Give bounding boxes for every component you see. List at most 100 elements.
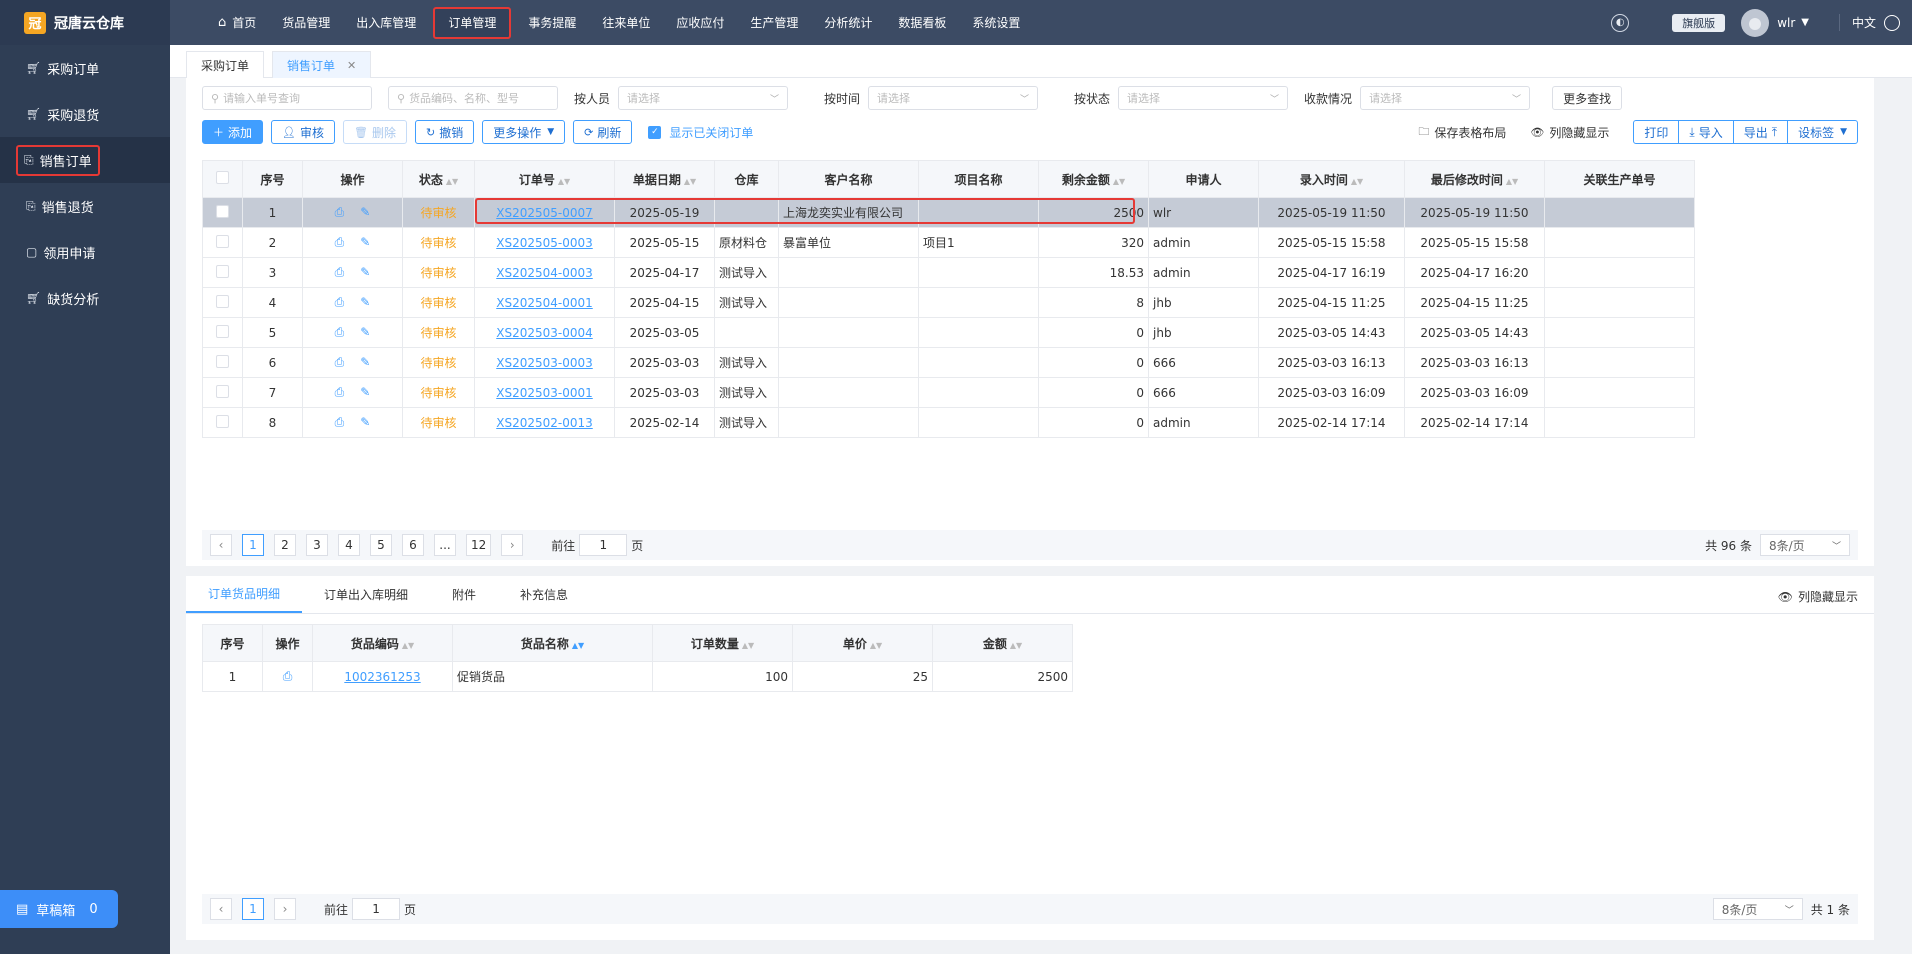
topnav-production[interactable]: 生产管理 <box>737 0 811 45</box>
page-2-button[interactable]: 2 <box>274 534 296 556</box>
next-page-button[interactable]: › <box>501 534 524 556</box>
table-row[interactable]: 1 ⎙ 1002361253 促销货品 100 25 2500 <box>202 661 1073 692</box>
page-1-button[interactable]: 1 <box>242 898 264 920</box>
edit-icon[interactable]: ✎ <box>360 235 370 249</box>
tab-extra-info[interactable]: 补充信息 <box>498 575 590 613</box>
sort-icon[interactable]: ▲▼ <box>1010 641 1022 650</box>
sort-icon[interactable]: ▲▼ <box>1351 177 1363 186</box>
col-header-sortable[interactable]: 单据日期 ▲▼ <box>614 160 715 198</box>
language-switch[interactable]: 中文 <box>1838 14 1884 31</box>
prev-page-button[interactable]: ‹ <box>210 534 232 556</box>
edit-icon[interactable]: ✎ <box>360 295 370 309</box>
topnav-dashboard[interactable]: 数据看板 <box>885 0 959 45</box>
person-select[interactable]: 请选择 ﹀ <box>618 86 789 110</box>
print-icon[interactable]: ⎙ <box>335 295 345 309</box>
page-size-select[interactable]: 8条/页 ﹀ <box>1760 534 1850 556</box>
time-select[interactable]: 请选择 ﹀ <box>868 86 1039 110</box>
page-4-button[interactable]: 4 <box>338 534 360 556</box>
table-row[interactable]: 6 ⎙ ✎ 待审核 XS202503-0003 2025-03-03 测试导入 0 666 202… <box>202 347 1695 378</box>
row-checkbox[interactable] <box>216 294 229 308</box>
table-row[interactable]: 8 ⎙ ✎ 待审核 XS202502-0013 2025-02-14 测试导入 0 admin 2… <box>202 407 1695 438</box>
topnav-analytics[interactable]: 分析统计 <box>811 0 885 45</box>
col-header-sortable[interactable]: 录入时间 ▲▼ <box>1258 160 1405 198</box>
more-ops-button[interactable]: 更多操作 ▼ <box>482 120 566 144</box>
tab-order-goods[interactable]: 订单货品明细 <box>186 575 303 613</box>
table-row[interactable]: 2 ⎙ ✎ 待审核 XS202505-0003 2025-05-15 原材料仓 暴富单位 项目1… <box>202 227 1695 258</box>
approve-button[interactable]: 👤︎ 审核 <box>271 120 335 144</box>
col-header-sortable[interactable]: 最后修改时间 ▲▼ <box>1404 160 1545 198</box>
sidebar-item-sales-return[interactable]: ⎘ 销售退货 <box>0 183 170 229</box>
sort-icon[interactable]: ▲▼ <box>1113 177 1125 186</box>
export-button[interactable]: 导出 ⤒ <box>1734 121 1789 143</box>
sidebar-item-shortage[interactable]: 🛒︎ 缺货分析 <box>0 275 170 321</box>
sort-icon[interactable]: ▲▼ <box>742 641 754 650</box>
topnav-home[interactable]: ⌂ 首页 <box>205 0 269 45</box>
topnav-partners[interactable]: 往来单位 <box>589 0 663 45</box>
order-no-link[interactable]: XS202503-0004 <box>496 326 593 340</box>
sort-icon[interactable]: ▲▼ <box>1506 177 1518 186</box>
edit-icon[interactable]: ✎ <box>360 325 370 339</box>
payment-select[interactable]: 请选择 ﹀ <box>1360 86 1531 110</box>
hide-columns-button[interactable]: 👁︎ 列隐藏显示 <box>1530 124 1609 141</box>
chevron-down-icon[interactable]: ▼ <box>1801 17 1809 28</box>
goto-page-input[interactable]: 1 <box>579 534 628 556</box>
sort-icon[interactable]: ▲▼ <box>684 177 696 186</box>
row-checkbox[interactable] <box>216 264 229 278</box>
row-checkbox[interactable] <box>216 324 229 338</box>
delete-button[interactable]: 🗑︎ 删除 <box>343 120 407 144</box>
print-icon[interactable]: ⎙ <box>283 669 293 683</box>
page-6-button[interactable]: 6 <box>402 534 424 556</box>
topnav-receivables[interactable]: 应收应付 <box>663 0 737 45</box>
next-page-button[interactable]: › <box>274 898 296 920</box>
avatar[interactable] <box>1741 8 1770 37</box>
sidebar-item-requisition[interactable]: ▢ 领用申请 <box>0 229 170 275</box>
show-closed-toggle[interactable]: ✓ 显示已关闭订单 <box>648 124 753 141</box>
topnav-inout[interactable]: 出入库管理 <box>343 0 429 45</box>
save-layout-button[interactable]: 🗀 保存表格布局 <box>1418 123 1506 142</box>
order-no-link[interactable]: XS202505-0007 <box>496 206 593 220</box>
order-no-link[interactable]: XS202504-0001 <box>496 296 593 310</box>
revoke-button[interactable]: ↻ 撤销 <box>414 120 475 144</box>
print-button[interactable]: 打印 <box>1634 121 1680 143</box>
user-name[interactable]: wlr <box>1777 16 1795 30</box>
col-header-sortable[interactable]: 状态 ▲▼ <box>402 160 475 198</box>
order-no-link[interactable]: XS202503-0003 <box>496 356 593 370</box>
topnav-orders[interactable]: 订单管理 <box>433 6 512 39</box>
row-checkbox[interactable] <box>216 234 229 248</box>
sort-icon[interactable]: ▲▼ <box>572 641 584 650</box>
sort-icon[interactable]: ▲▼ <box>446 177 458 186</box>
row-checkbox[interactable] <box>216 384 229 398</box>
table-row[interactable]: 7 ⎙ ✎ 待审核 XS202503-0001 2025-03-03 测试导入 0 666 202… <box>202 377 1695 408</box>
sidebar-item-purchase-order[interactable]: 🛒︎ 采购订单 <box>0 45 170 91</box>
order-no-link[interactable]: XS202504-0003 <box>496 266 593 280</box>
page-ellipsis-button[interactable]: ... <box>434 534 456 556</box>
col-header-sortable[interactable]: 单价 ▲▼ <box>792 624 933 662</box>
checkbox-checked[interactable]: ✓ <box>648 125 662 139</box>
print-icon[interactable]: ⎙ <box>335 325 345 339</box>
table-row[interactable]: 5 ⎙ ✎ 待审核 XS202503-0004 2025-03-05 0 jhb 2025-03… <box>202 317 1695 348</box>
page-3-button[interactable]: 3 <box>306 534 328 556</box>
goods-search-input[interactable]: ⚲ 货品编码、名称、型号 <box>388 86 558 110</box>
col-header-sortable[interactable]: 货品编码 ▲▼ <box>312 624 453 662</box>
sidebar-item-sales-order[interactable]: ⎘ 销售订单 <box>0 137 170 183</box>
col-header-sortable[interactable]: 订单号 ▲▼ <box>474 160 615 198</box>
topnav-settings[interactable]: 系统设置 <box>959 0 1033 45</box>
detail-hide-columns-button[interactable]: 👁︎ 列隐藏显示 <box>1778 588 1858 605</box>
status-select[interactable]: 请选择 ﹀ <box>1118 86 1289 110</box>
col-header-sortable[interactable]: 订单数量 ▲▼ <box>652 624 793 662</box>
tab-order-inout[interactable]: 订单出入库明细 <box>302 575 430 613</box>
close-icon[interactable]: ✕ <box>347 59 356 72</box>
edit-icon[interactable]: ✎ <box>360 355 370 369</box>
row-checkbox[interactable] <box>216 414 229 428</box>
sidebar-item-purchase-return[interactable]: 🛒︎ 采购退货 <box>0 91 170 137</box>
tab-attachments[interactable]: 附件 <box>430 575 498 613</box>
col-header-sortable[interactable]: 剩余金额 ▲▼ <box>1038 160 1149 198</box>
theme-icon[interactable]: ◐ <box>1611 13 1630 32</box>
app-logo[interactable]: 冠 冠唐云仓库 <box>0 0 170 45</box>
col-header-sortable[interactable]: 金额 ▲▼ <box>932 624 1073 662</box>
sort-icon[interactable]: ▲▼ <box>870 641 882 650</box>
print-icon[interactable]: ⎙ <box>335 235 345 249</box>
more-find-button[interactable]: 更多查找 <box>1552 86 1623 110</box>
print-icon[interactable]: ⎙ <box>335 205 345 219</box>
goto-page-input[interactable]: 1 <box>352 898 401 920</box>
